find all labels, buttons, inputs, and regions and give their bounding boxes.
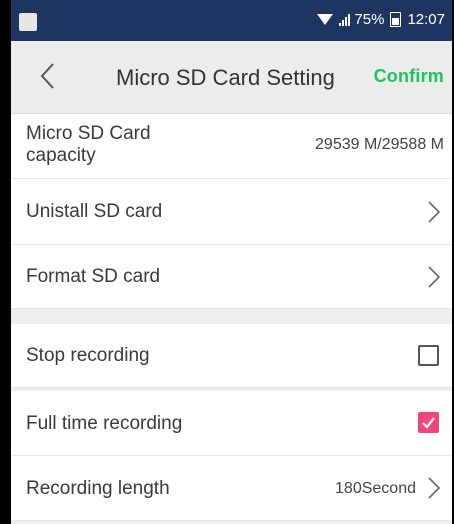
toolbar: Micro SD Card Setting Confirm bbox=[11, 41, 452, 114]
format-sd-label: Format SD card bbox=[26, 266, 161, 287]
capacity-label: Micro SD Card capacity bbox=[26, 123, 151, 167]
recording-length-label: Recording length bbox=[26, 478, 170, 499]
battery-percent: 75% bbox=[354, 11, 385, 28]
wifi-icon bbox=[317, 14, 334, 25]
full-time-recording-label: Full time recording bbox=[26, 413, 183, 434]
page-title: Micro SD Card Setting bbox=[116, 65, 335, 90]
battery-icon bbox=[390, 12, 402, 27]
signal-icon bbox=[339, 13, 351, 26]
chevron-right-icon bbox=[428, 201, 440, 223]
capacity-value: 29539 M/29588 M bbox=[315, 136, 444, 153]
uninstall-sd-label: Unistall SD card bbox=[26, 201, 163, 222]
capacity-label-line1: Micro SD Card bbox=[26, 123, 151, 144]
status-bar: 75% 12:07 bbox=[11, 0, 452, 41]
stop-recording-label: Stop recording bbox=[26, 345, 150, 366]
clock: 12:07 bbox=[407, 11, 445, 28]
recording-length-row[interactable]: Recording length 180Second bbox=[11, 456, 452, 521]
back-button[interactable] bbox=[39, 59, 79, 95]
full-time-recording-row[interactable]: Full time recording bbox=[11, 391, 452, 456]
full-time-recording-checkbox[interactable] bbox=[418, 412, 439, 433]
status-indicators: 75% 12:07 bbox=[317, 11, 445, 28]
chevron-left-icon bbox=[40, 63, 54, 89]
recording-length-value: 180Second bbox=[335, 480, 416, 497]
uninstall-sd-row[interactable]: Unistall SD card bbox=[11, 179, 452, 245]
chevron-right-icon bbox=[428, 477, 440, 499]
stop-recording-row[interactable]: Stop recording bbox=[11, 324, 452, 388]
chevron-right-icon bbox=[428, 266, 440, 288]
capacity-label-line2: capacity bbox=[26, 145, 96, 166]
section-divider bbox=[11, 309, 452, 324]
stop-recording-checkbox[interactable] bbox=[418, 345, 439, 366]
confirm-button[interactable]: Confirm bbox=[374, 66, 444, 87]
screen: 75% 12:07 Micro SD Card Setting Confirm … bbox=[11, 0, 452, 524]
format-sd-row[interactable]: Format SD card bbox=[11, 245, 452, 309]
notification-icon bbox=[19, 13, 37, 31]
capacity-row: Micro SD Card capacity 29539 M/29588 M bbox=[11, 114, 452, 179]
checkmark-icon bbox=[422, 417, 435, 429]
